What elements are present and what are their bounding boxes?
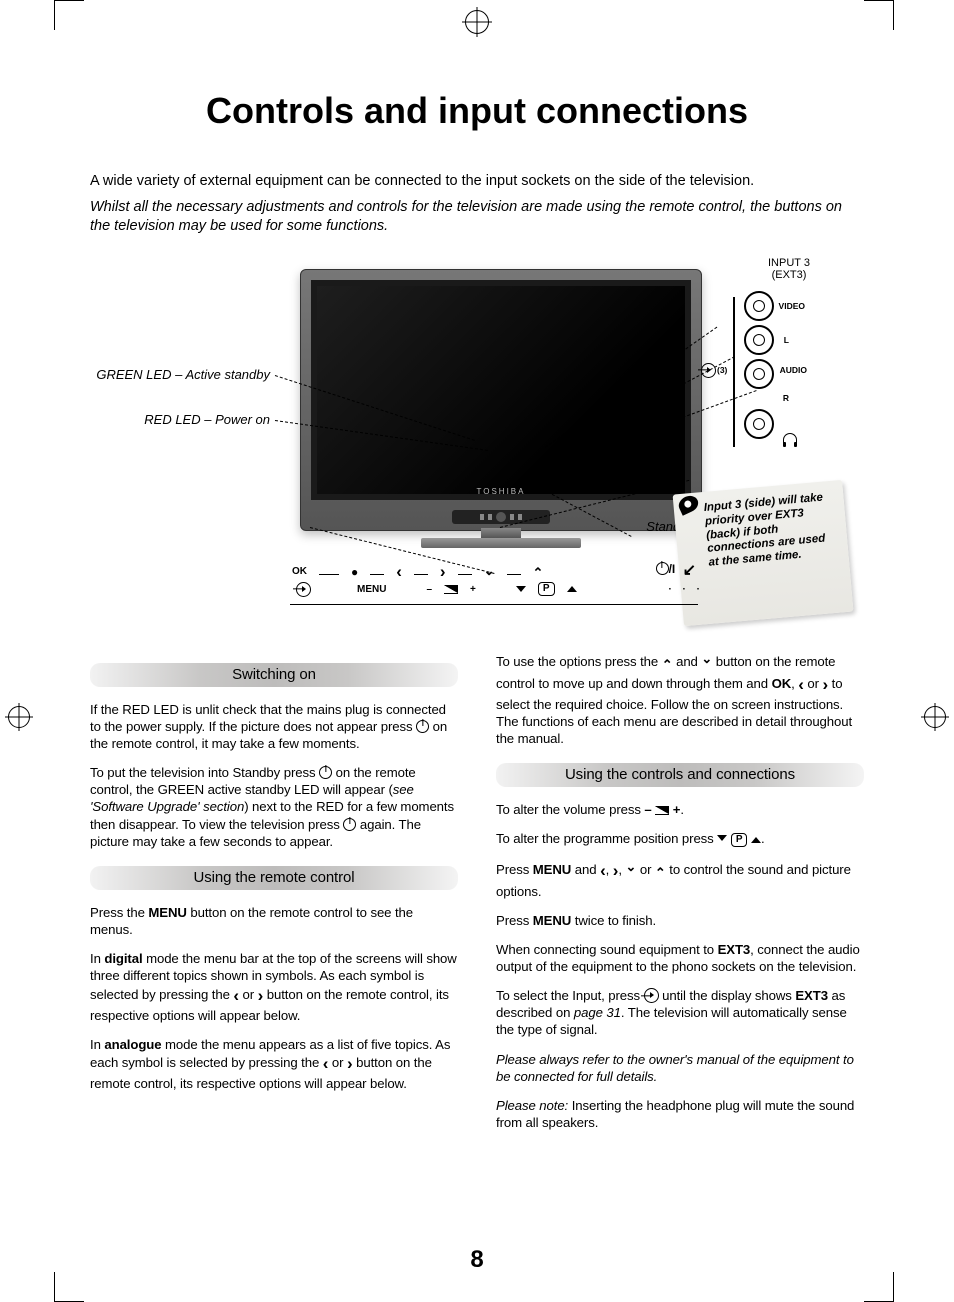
tv-control-inset (452, 510, 550, 524)
input-select-icon (701, 363, 716, 378)
body-text: To put the television into Standby press… (90, 764, 458, 850)
body-text: To alter the volume press – +. (496, 801, 864, 818)
ok-label: OK (292, 566, 307, 577)
headphone-icon (783, 433, 797, 444)
left-icon (396, 562, 402, 582)
crop-mark (54, 0, 55, 30)
intro-paragraph-2: Whilst all the necessary adjustments and… (90, 198, 864, 237)
program-label: P (731, 833, 748, 847)
right-icon (440, 562, 446, 582)
power-icon (319, 766, 332, 779)
power-icon (416, 720, 429, 733)
body-text: Press MENU and , , or to control the sou… (496, 859, 864, 899)
audio-l-jack-icon (744, 325, 774, 355)
body-text: Press MENU twice to finish. (496, 912, 864, 929)
body-text: Press the MENU button on the remote cont… (90, 904, 458, 938)
right-column: To use the options press the and button … (496, 647, 864, 1144)
program-up-icon (751, 837, 761, 843)
body-text: To select the Input, press until the dis… (496, 987, 864, 1038)
input-select-icon (296, 582, 311, 597)
body-text: To alter the programme position press P … (496, 830, 864, 847)
up-icon (662, 654, 673, 669)
crop-mark (893, 0, 894, 30)
body-text: Please note: Inserting the headphone plu… (496, 1097, 864, 1131)
page-number: 8 (470, 1246, 483, 1274)
pushpin-icon (676, 493, 701, 516)
input-select-icon (644, 988, 659, 1003)
body-text: When connecting sound equipment to EXT3,… (496, 941, 864, 975)
input3-port-group: VIDEO L AUDIO (3) R (739, 287, 779, 443)
body-text: To use the options press the and button … (496, 651, 864, 747)
tv-button-bar: OK ● /I ↙ MENU (290, 562, 698, 605)
plus-label: + (470, 584, 476, 595)
section-heading-remote: Using the remote control (90, 866, 458, 890)
body-text: In analogue mode the menu appears as a l… (90, 1036, 458, 1092)
program-down-icon (516, 586, 526, 592)
program-up-icon (567, 586, 577, 592)
audio-r-jack-icon (744, 359, 774, 389)
program-label: P (538, 582, 555, 596)
priority-note-text: Input 3 (side) will take priority over E… (703, 491, 825, 568)
section-heading-switching-on: Switching on (90, 663, 458, 687)
tv-brand: TOSHIBA (477, 487, 526, 496)
nav-dot-icon: ● (351, 565, 358, 579)
input3-label: INPUT 3 (EXT3) (754, 257, 824, 281)
video-label: VIDEO (779, 301, 805, 311)
volume-icon (655, 806, 669, 815)
down-icon (625, 862, 636, 877)
headphone-jack-icon (744, 409, 774, 439)
priority-note: Input 3 (side) will take priority over E… (673, 480, 854, 626)
audio-l-label: L (784, 335, 789, 345)
red-led-label: RED LED – Power on (90, 412, 270, 427)
audio-label: AUDIO (780, 365, 807, 375)
registration-mark-top (465, 10, 489, 34)
intro-paragraph-1: A wide variety of external equipment can… (90, 172, 864, 192)
video-jack-icon (744, 291, 774, 321)
up-icon (655, 862, 666, 877)
section-heading-controls: Using the controls and connections (496, 763, 864, 787)
green-led-label: GREEN LED – Active standby (90, 367, 270, 382)
power-icon (656, 562, 669, 575)
power-icon (343, 818, 356, 831)
down-icon (701, 654, 712, 669)
body-text: In digital mode the menu bar at the top … (90, 950, 458, 1024)
tv-screen (311, 280, 691, 500)
volume-icon (444, 585, 458, 594)
audio-r-label: R (783, 393, 789, 403)
body-text: If the RED LED is unlit check that the m… (90, 701, 458, 752)
tv-diagram: GREEN LED – Active standby RED LED – Pow… (90, 257, 864, 647)
program-down-icon (717, 835, 727, 841)
down-icon (484, 563, 495, 581)
body-text: Please always refer to the owner's manua… (496, 1051, 864, 1085)
side-3-marker: (3) (717, 365, 727, 375)
minus-label: – (426, 584, 432, 595)
page-title: Controls and input connections (90, 90, 864, 132)
crop-mark (893, 1272, 894, 1302)
left-column: Switching on If the RED LED is unlit che… (90, 647, 458, 1144)
menu-label: MENU (357, 584, 386, 595)
crop-mark (54, 1272, 55, 1302)
up-icon (533, 563, 544, 581)
body-columns: Switching on If the RED LED is unlit che… (90, 647, 864, 1144)
